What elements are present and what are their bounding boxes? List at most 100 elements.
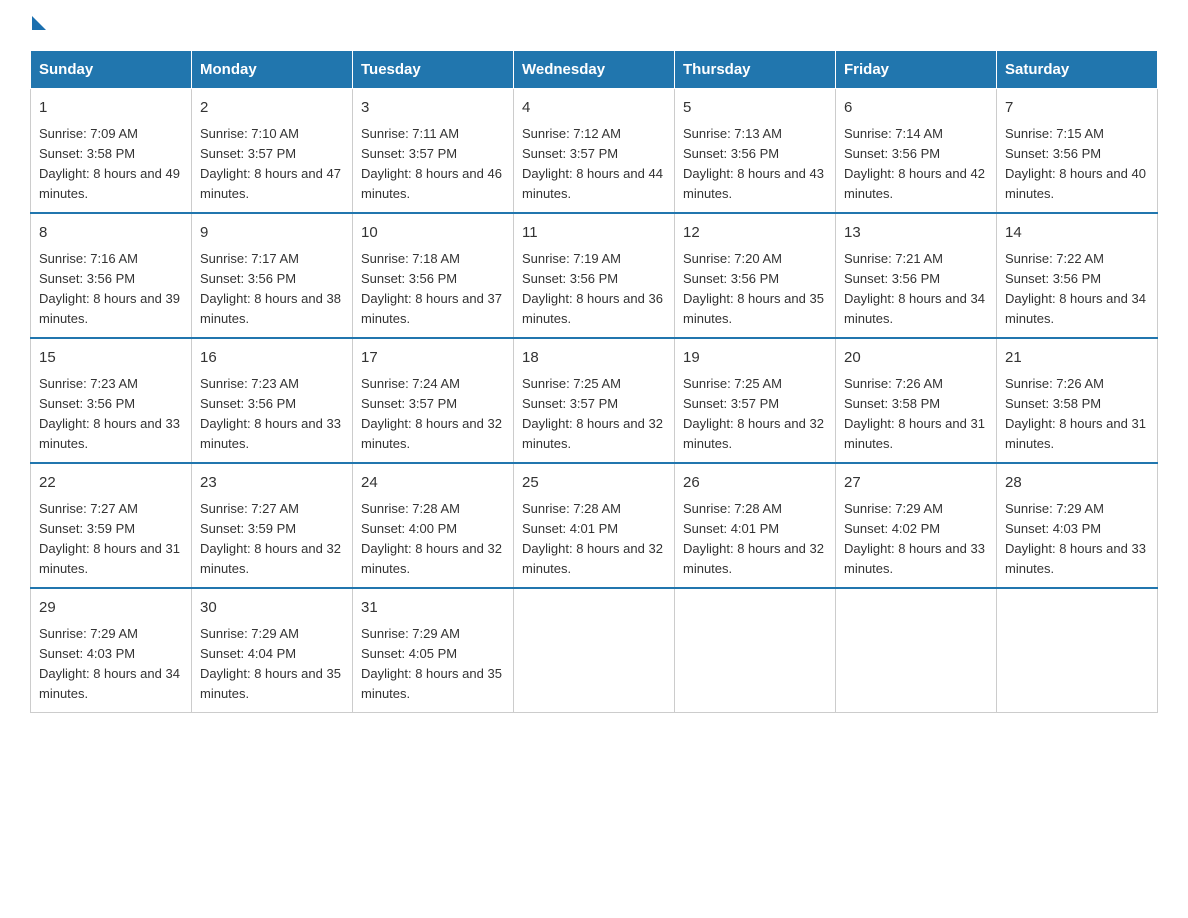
calendar-day-cell: 16 Sunrise: 7:23 AMSunset: 3:56 PMDayligh…: [192, 338, 353, 463]
col-header-sunday: Sunday: [31, 51, 192, 89]
day-number: 12: [683, 222, 827, 245]
day-number: 8: [39, 222, 183, 245]
day-info: Sunrise: 7:28 AMSunset: 4:01 PMDaylight:…: [683, 501, 824, 576]
day-info: Sunrise: 7:17 AMSunset: 3:56 PMDaylight:…: [200, 251, 341, 326]
day-info: Sunrise: 7:11 AMSunset: 3:57 PMDaylight:…: [361, 126, 502, 201]
day-info: Sunrise: 7:29 AMSunset: 4:03 PMDaylight:…: [39, 626, 180, 701]
day-number: 22: [39, 472, 183, 495]
calendar-day-cell: [675, 588, 836, 713]
day-number: 4: [522, 97, 666, 120]
day-number: 16: [200, 347, 344, 370]
day-info: Sunrise: 7:27 AMSunset: 3:59 PMDaylight:…: [200, 501, 341, 576]
calendar-day-cell: 28Sunrise: 7:29 AMSunset: 4:03 PMDayligh…: [997, 463, 1158, 588]
day-number: 11: [522, 222, 666, 245]
calendar-day-cell: [997, 588, 1158, 713]
day-number: 17: [361, 347, 505, 370]
day-info: Sunrise: 7:28 AMSunset: 4:00 PMDaylight:…: [361, 501, 502, 576]
day-info: Sunrise: 7:26 AMSunset: 3:58 PMDaylight:…: [1005, 376, 1146, 451]
day-number: 13: [844, 222, 988, 245]
day-info: Sunrise: 7:09 AMSunset: 3:58 PMDaylight:…: [39, 126, 180, 201]
day-number: 19: [683, 347, 827, 370]
calendar-week-row: 8 Sunrise: 7:16 AMSunset: 3:56 PMDaylight…: [31, 213, 1158, 338]
calendar-week-row: 22 Sunrise: 7:27 AMSunset: 3:59 PMDayligh…: [31, 463, 1158, 588]
day-info: Sunrise: 7:25 AMSunset: 3:57 PMDaylight:…: [522, 376, 663, 451]
calendar-day-cell: 30 Sunrise: 7:29 AMSunset: 4:04 PMDayligh…: [192, 588, 353, 713]
col-header-saturday: Saturday: [997, 51, 1158, 89]
day-info: Sunrise: 7:29 AMSunset: 4:03 PMDaylight:…: [1005, 501, 1146, 576]
day-number: 23: [200, 472, 344, 495]
calendar-day-cell: [836, 588, 997, 713]
day-info: Sunrise: 7:16 AMSunset: 3:56 PMDaylight:…: [39, 251, 180, 326]
day-info: Sunrise: 7:25 AMSunset: 3:57 PMDaylight:…: [683, 376, 824, 451]
day-info: Sunrise: 7:29 AMSunset: 4:05 PMDaylight:…: [361, 626, 502, 701]
day-number: 7: [1005, 97, 1149, 120]
calendar-day-cell: 9 Sunrise: 7:17 AMSunset: 3:56 PMDaylight…: [192, 213, 353, 338]
day-number: 25: [522, 472, 666, 495]
calendar-week-row: 29 Sunrise: 7:29 AMSunset: 4:03 PMDayligh…: [31, 588, 1158, 713]
day-info: Sunrise: 7:23 AMSunset: 3:56 PMDaylight:…: [39, 376, 180, 451]
day-number: 5: [683, 97, 827, 120]
col-header-friday: Friday: [836, 51, 997, 89]
day-number: 18: [522, 347, 666, 370]
day-number: 14: [1005, 222, 1149, 245]
day-number: 24: [361, 472, 505, 495]
day-number: 1: [39, 97, 183, 120]
calendar-day-cell: 6Sunrise: 7:14 AMSunset: 3:56 PMDaylight…: [836, 89, 997, 214]
calendar-week-row: 15 Sunrise: 7:23 AMSunset: 3:56 PMDayligh…: [31, 338, 1158, 463]
day-number: 9: [200, 222, 344, 245]
day-number: 30: [200, 597, 344, 620]
day-number: 3: [361, 97, 505, 120]
col-header-wednesday: Wednesday: [514, 51, 675, 89]
day-info: Sunrise: 7:29 AMSunset: 4:02 PMDaylight:…: [844, 501, 985, 576]
day-number: 26: [683, 472, 827, 495]
calendar-day-cell: 1 Sunrise: 7:09 AMSunset: 3:58 PMDaylight…: [31, 89, 192, 214]
day-info: Sunrise: 7:12 AMSunset: 3:57 PMDaylight:…: [522, 126, 663, 201]
day-info: Sunrise: 7:14 AMSunset: 3:56 PMDaylight:…: [844, 126, 985, 201]
calendar-day-cell: 23 Sunrise: 7:27 AMSunset: 3:59 PMDayligh…: [192, 463, 353, 588]
calendar-day-cell: 2Sunrise: 7:10 AMSunset: 3:57 PMDaylight…: [192, 89, 353, 214]
logo: [30, 20, 46, 30]
day-info: Sunrise: 7:24 AMSunset: 3:57 PMDaylight:…: [361, 376, 502, 451]
col-header-monday: Monday: [192, 51, 353, 89]
calendar-day-cell: 14Sunrise: 7:22 AMSunset: 3:56 PMDayligh…: [997, 213, 1158, 338]
calendar-day-cell: 5 Sunrise: 7:13 AMSunset: 3:56 PMDaylight…: [675, 89, 836, 214]
day-number: 21: [1005, 347, 1149, 370]
calendar-day-cell: 20Sunrise: 7:26 AMSunset: 3:58 PMDayligh…: [836, 338, 997, 463]
day-info: Sunrise: 7:21 AMSunset: 3:56 PMDaylight:…: [844, 251, 985, 326]
calendar-day-cell: 7 Sunrise: 7:15 AMSunset: 3:56 PMDaylight…: [997, 89, 1158, 214]
calendar-day-cell: 4 Sunrise: 7:12 AMSunset: 3:57 PMDaylight…: [514, 89, 675, 214]
calendar-day-cell: 18 Sunrise: 7:25 AMSunset: 3:57 PMDayligh…: [514, 338, 675, 463]
day-info: Sunrise: 7:23 AMSunset: 3:56 PMDaylight:…: [200, 376, 341, 451]
calendar-day-cell: 12Sunrise: 7:20 AMSunset: 3:56 PMDayligh…: [675, 213, 836, 338]
day-number: 15: [39, 347, 183, 370]
calendar-header-row: SundayMondayTuesdayWednesdayThursdayFrid…: [31, 51, 1158, 89]
calendar-day-cell: 13 Sunrise: 7:21 AMSunset: 3:56 PMDayligh…: [836, 213, 997, 338]
day-info: Sunrise: 7:19 AMSunset: 3:56 PMDaylight:…: [522, 251, 663, 326]
day-info: Sunrise: 7:18 AMSunset: 3:56 PMDaylight:…: [361, 251, 502, 326]
day-number: 27: [844, 472, 988, 495]
day-number: 31: [361, 597, 505, 620]
calendar-day-cell: 3 Sunrise: 7:11 AMSunset: 3:57 PMDaylight…: [353, 89, 514, 214]
calendar-day-cell: [514, 588, 675, 713]
calendar-day-cell: 22Sunrise: 7:27 AMSunset: 3:59 PMDayligh…: [31, 463, 192, 588]
col-header-thursday: Thursday: [675, 51, 836, 89]
calendar-day-cell: 25 Sunrise: 7:28 AMSunset: 4:01 PMDayligh…: [514, 463, 675, 588]
calendar-day-cell: 26 Sunrise: 7:28 AMSunset: 4:01 PMDayligh…: [675, 463, 836, 588]
day-info: Sunrise: 7:29 AMSunset: 4:04 PMDaylight:…: [200, 626, 341, 701]
calendar-day-cell: 11 Sunrise: 7:19 AMSunset: 3:56 PMDayligh…: [514, 213, 675, 338]
day-number: 29: [39, 597, 183, 620]
calendar-table: SundayMondayTuesdayWednesdayThursdayFrid…: [30, 50, 1158, 713]
day-info: Sunrise: 7:28 AMSunset: 4:01 PMDaylight:…: [522, 501, 663, 576]
calendar-day-cell: 17 Sunrise: 7:24 AMSunset: 3:57 PMDayligh…: [353, 338, 514, 463]
calendar-day-cell: 19 Sunrise: 7:25 AMSunset: 3:57 PMDayligh…: [675, 338, 836, 463]
day-number: 10: [361, 222, 505, 245]
calendar-day-cell: 29 Sunrise: 7:29 AMSunset: 4:03 PMDayligh…: [31, 588, 192, 713]
calendar-day-cell: 10 Sunrise: 7:18 AMSunset: 3:56 PMDayligh…: [353, 213, 514, 338]
calendar-day-cell: 15 Sunrise: 7:23 AMSunset: 3:56 PMDayligh…: [31, 338, 192, 463]
day-info: Sunrise: 7:13 AMSunset: 3:56 PMDaylight:…: [683, 126, 824, 201]
calendar-day-cell: 8 Sunrise: 7:16 AMSunset: 3:56 PMDaylight…: [31, 213, 192, 338]
day-info: Sunrise: 7:15 AMSunset: 3:56 PMDaylight:…: [1005, 126, 1146, 201]
calendar-day-cell: 24 Sunrise: 7:28 AMSunset: 4:00 PMDayligh…: [353, 463, 514, 588]
calendar-day-cell: 31 Sunrise: 7:29 AMSunset: 4:05 PMDayligh…: [353, 588, 514, 713]
page-header: [30, 20, 1158, 30]
